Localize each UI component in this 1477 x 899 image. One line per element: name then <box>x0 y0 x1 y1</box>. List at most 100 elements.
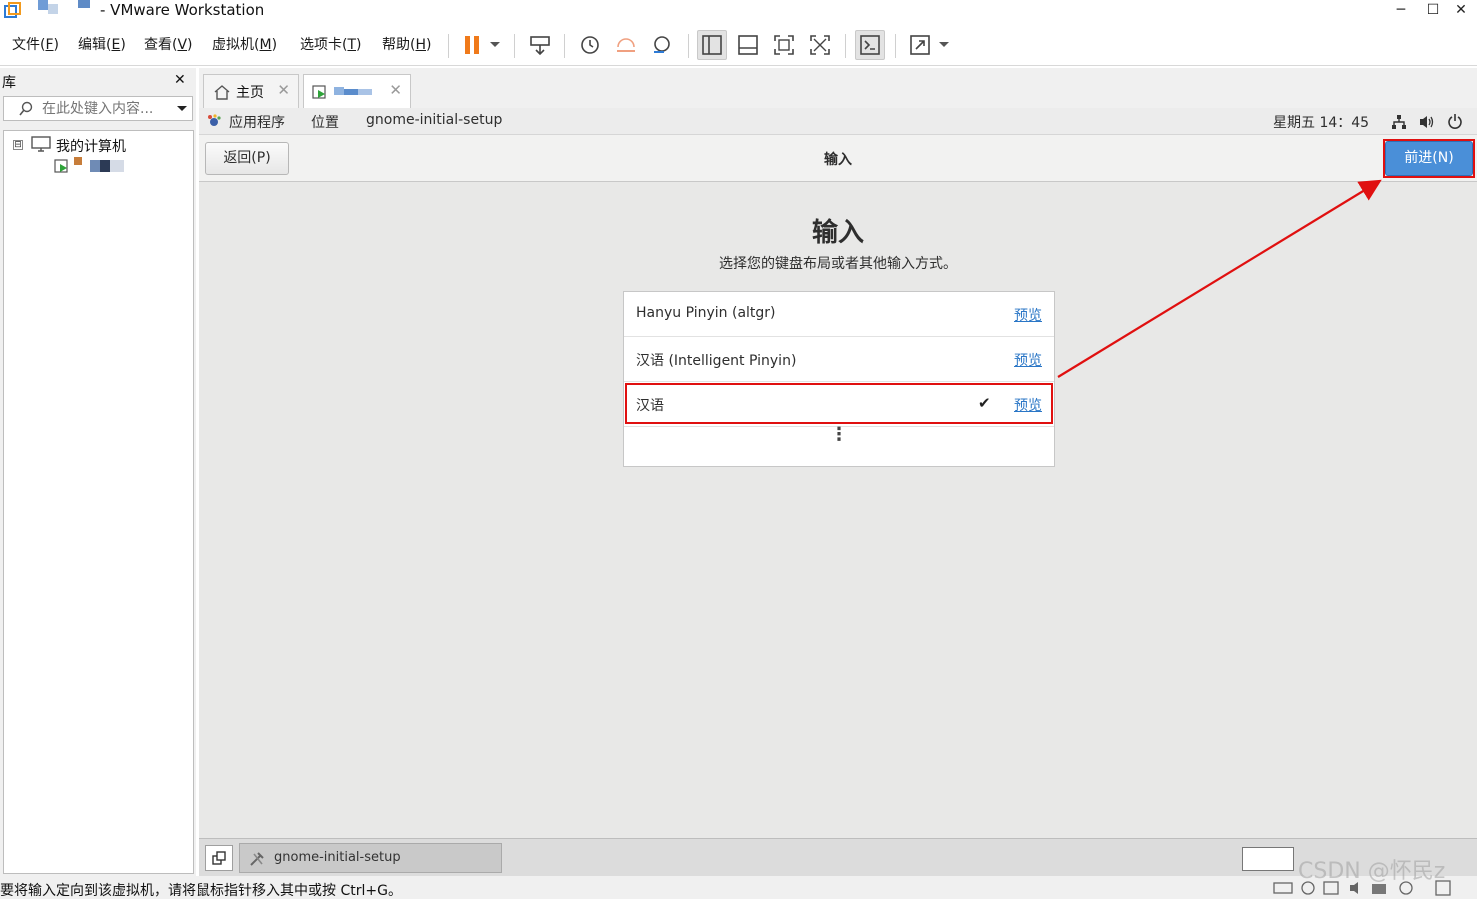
search-dropdown-icon[interactable] <box>176 105 188 113</box>
library-search-input[interactable] <box>42 100 172 118</box>
toolbar-separator <box>688 34 689 58</box>
status-message: 要将输入定向到该虚拟机，请将鼠标指针移入其中或按 Ctrl+G。 <box>0 883 402 899</box>
chevron-down-icon <box>490 42 500 47</box>
menu-edit[interactable]: 编辑(E) <box>78 36 126 54</box>
page-subtitle: 选择您的键盘布局或者其他输入方式。 <box>719 256 957 272</box>
window-list-icon <box>212 851 226 865</box>
close-window-button[interactable]: ✕ <box>1444 0 1477 20</box>
stretch-icon <box>910 35 930 55</box>
menu-vm-label: 虚拟机( <box>212 37 260 53</box>
stretch-dropdown-button[interactable] <box>934 30 954 60</box>
status-bar: 要将输入定向到该虚拟机，请将鼠标指针移入其中或按 Ctrl+G。 <box>0 876 1477 899</box>
toolbar-separator <box>564 34 565 58</box>
vm-running-icon[interactable] <box>54 157 132 175</box>
tree-item-my-computer[interactable]: 我的计算机 <box>56 136 126 156</box>
vmware-logo-icon <box>4 2 21 18</box>
input-source-row-selected[interactable]: 汉语 ✔ 预览 <box>624 382 1054 427</box>
snapshot-button[interactable] <box>575 30 605 60</box>
menu-vm[interactable]: 虚拟机(M) <box>212 36 277 54</box>
menu-file[interactable]: 文件(F) <box>12 36 59 54</box>
library-tree: ⊟ 我的计算机 <box>3 130 194 874</box>
workspace-switcher[interactable] <box>1242 847 1294 871</box>
menu-edit-end: ) <box>120 37 126 53</box>
guest-screen[interactable]: 应用程序 位置 gnome-initial-setup 星期五 14：45 返回… <box>199 108 1477 838</box>
revert-snapshot-button[interactable] <box>611 30 641 60</box>
menu-tabs-key: T <box>347 37 357 53</box>
header-title: 输入 <box>824 152 852 168</box>
taskbar-window-item[interactable]: gnome-initial-setup <box>239 843 502 873</box>
toolbar-separator <box>895 34 896 58</box>
clock-snapshot-icon <box>581 36 599 54</box>
sidebar-layout-icon <box>702 35 722 55</box>
input-source-row[interactable]: Hanyu Pinyin (altgr) 预览 <box>624 292 1054 337</box>
taskbar-window-label: gnome-initial-setup <box>274 850 401 865</box>
home-icon <box>214 85 230 100</box>
network-icon[interactable] <box>1391 114 1407 130</box>
toolbar-separator <box>514 34 515 58</box>
tree-collapse-toggle[interactable]: ⊟ <box>13 140 23 150</box>
search-icon <box>19 101 33 116</box>
full-screen-button[interactable] <box>769 30 799 60</box>
volume-icon[interactable] <box>1418 114 1436 130</box>
menu-view-end: ) <box>187 37 193 53</box>
gnome-top-bar: 应用程序 位置 gnome-initial-setup 星期五 14：45 <box>199 108 1477 135</box>
tab-home[interactable]: 主页 ✕ <box>203 74 299 108</box>
unity-mode-button[interactable] <box>805 30 835 60</box>
next-button-annotation-box <box>1383 139 1475 178</box>
console-view-button[interactable] <box>855 30 885 60</box>
menu-edit-label: 编辑( <box>78 37 112 53</box>
menu-vm-end: ) <box>271 37 278 53</box>
menu-view[interactable]: 查看(V) <box>144 36 193 54</box>
show-thumbnail-bar-button[interactable] <box>733 30 763 60</box>
input-source-list: Hanyu Pinyin (altgr) 预览 汉语 (Intelligent … <box>623 291 1055 467</box>
preview-link[interactable]: 预览 <box>1014 350 1042 370</box>
input-source-row[interactable]: 汉语 (Intelligent Pinyin) 预览 <box>624 337 1054 382</box>
snapshot-manager-button[interactable] <box>647 30 677 60</box>
tab-vm[interactable]: ✕ <box>303 74 411 108</box>
network-send-icon <box>530 36 550 56</box>
menu-tabs-label: 选项卡( <box>300 37 348 53</box>
preview-link[interactable]: 预览 <box>1014 305 1042 325</box>
terminal-icon <box>860 35 880 55</box>
show-desktop-button[interactable] <box>205 845 233 871</box>
menu-file-key: F <box>45 37 54 53</box>
show-library-button[interactable] <box>697 30 727 60</box>
window-title: - VMware Workstation <box>100 1 265 19</box>
tab-vm-close-button[interactable]: ✕ <box>389 81 402 99</box>
stretch-view-button[interactable] <box>905 30 935 60</box>
places-menu[interactable]: 位置 <box>311 112 339 132</box>
gnome-foot-icon <box>208 114 221 126</box>
menu-help-label: 帮助( <box>382 37 416 53</box>
power-icon[interactable] <box>1447 113 1463 129</box>
guest-taskbar: gnome-initial-setup <box>199 838 1477 876</box>
bottom-panel-layout-icon <box>738 35 758 55</box>
active-window-name: gnome-initial-setup <box>366 112 503 128</box>
tab-home-label: 主页 <box>236 85 264 101</box>
unity-mode-icon <box>810 35 830 55</box>
menu-tabs[interactable]: 选项卡(T) <box>300 36 362 54</box>
minimize-button[interactable]: ─ <box>1384 0 1418 20</box>
clock[interactable]: 星期五 14：45 <box>1273 112 1369 132</box>
menu-help[interactable]: 帮助(H) <box>382 36 431 54</box>
setup-tools-icon <box>250 852 264 866</box>
tab-home-close-button[interactable]: ✕ <box>277 81 290 99</box>
menu-view-key: V <box>177 37 188 53</box>
setup-header-bar: 返回(P) 输入 前进(N) <box>199 135 1477 182</box>
computer-icon <box>31 136 51 152</box>
menu-vm-key: M <box>259 37 272 53</box>
menu-help-key: H <box>415 37 426 53</box>
more-options-button[interactable]: ⋮ <box>624 426 1054 444</box>
menu-file-end: ) <box>53 37 59 53</box>
selected-row-annotation-box <box>625 383 1053 424</box>
library-close-button[interactable]: ✕ <box>174 72 186 88</box>
menu-file-label: 文件( <box>12 37 46 53</box>
applications-menu[interactable]: 应用程序 <box>229 112 285 132</box>
toolbar-separator <box>845 34 846 58</box>
tab-bar: 主页 ✕ ✕ <box>199 68 1477 108</box>
vm-name-blurred-icon <box>38 0 90 14</box>
library-search-box <box>3 96 193 121</box>
power-dropdown-button[interactable] <box>484 30 506 60</box>
library-title: 库 <box>2 75 16 91</box>
revert-snapshot-icon <box>617 38 635 52</box>
send-ctrl-alt-del-button[interactable] <box>525 30 555 60</box>
